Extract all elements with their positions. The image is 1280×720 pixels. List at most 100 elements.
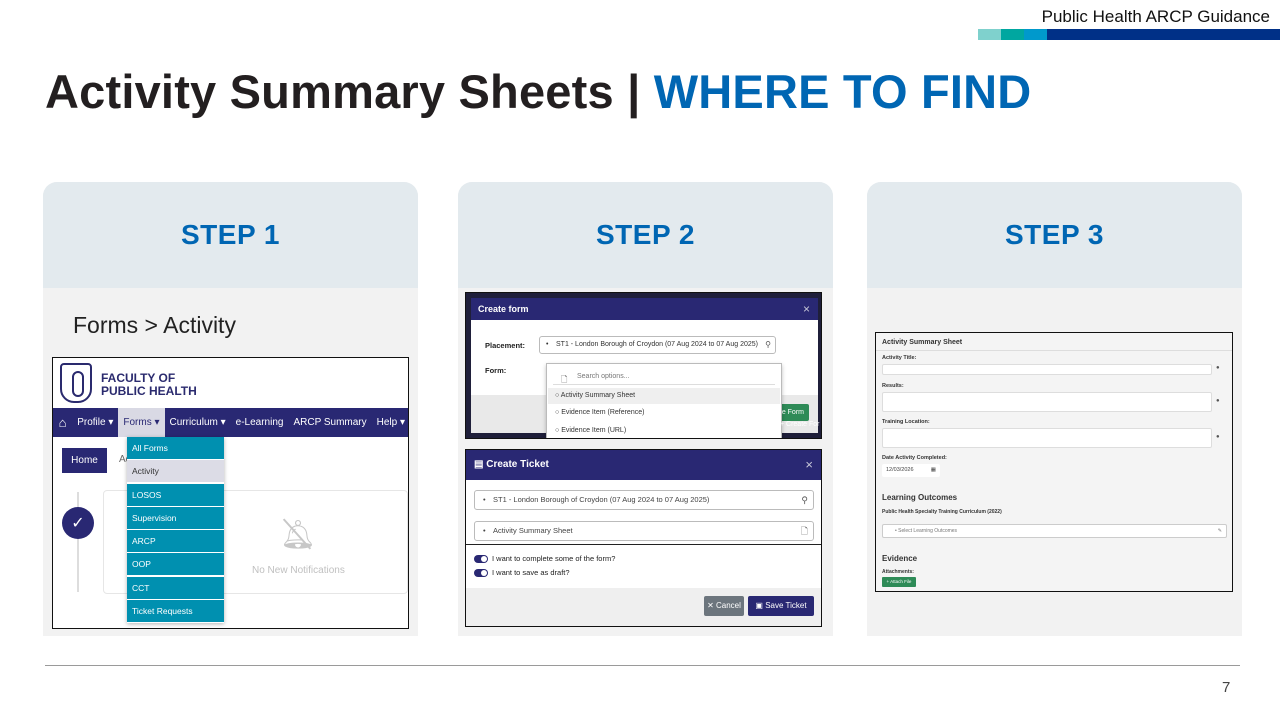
date-value: 12/03/2026 [886,467,914,473]
results-textarea[interactable] [882,392,1212,412]
nav-elearning[interactable]: e-Learning [231,408,289,437]
evidence-heading: Evidence [882,554,918,563]
toggle-label: I want to complete some of the form? [492,554,616,563]
create-ticket-screenshot: ▤ Create Ticket × • ST1 - London Borough… [465,449,822,627]
learning-outcomes-heading: Learning Outcomes [882,493,958,502]
header-colour-bar [978,29,1280,40]
step-3-header: STEP 3 [867,182,1242,288]
attachments-label: Attachments: [882,569,914,575]
toggle-save-draft[interactable]: I want to save as draft? [474,568,570,577]
dropdown-item-activity[interactable]: Activity [127,460,224,483]
form-title: Activity Summary Sheet [882,339,963,346]
toggle-label: I want to save as draft? [492,568,570,577]
form-options-panel: 🗋︎ Search options... ○ Activity Summary … [546,363,782,438]
nav-arcp-summary[interactable]: ARCP Summary [288,408,371,437]
ticket-placement-value: ST1 - London Borough of Croydon (07 Aug … [493,495,710,504]
create-form-modal: Create form × Placement: • ST1 - London … [471,298,818,438]
ticket-form-select[interactable]: • Activity Summary Sheet 🗋︎ [474,521,814,541]
results-label: Results: [882,383,904,389]
step-2-heading: STEP 2 [596,219,695,250]
attach-file-button[interactable]: + Attach File [882,577,916,587]
nav-forms[interactable]: Forms ▾ [118,408,165,437]
step-1-caption: Forms > Activity [73,312,236,338]
option-label: Activity Summary Sheet [560,392,636,399]
option-evidence-url[interactable]: ○ Evidence Item (URL) [555,427,626,434]
date-completed-label: Date Activity Completed: [882,455,947,461]
step-1-screenshot: FACULTY OF PUBLIC HEALTH ⌂ Profile ▾ For… [52,357,409,629]
guidance-label: Public Health ARCP Guidance [1041,7,1270,26]
home-icon[interactable]: ⌂ [53,408,72,437]
dropdown-item-oop[interactable]: OOP [127,553,224,576]
step-2-header: STEP 2 [458,182,833,288]
toggle-switch[interactable] [474,568,488,577]
cancel-button[interactable]: ✕ Cancel [704,596,744,616]
ticket-icon: ▤ [474,459,487,470]
option-evidence-reference[interactable]: ○ Evidence Item (Reference) [555,409,644,416]
home-button[interactable]: Home [62,448,107,473]
location-pin-icon: ⚲ [765,340,771,349]
notification-text: No New Notifications [252,565,345,576]
ticket-separator [466,544,821,545]
nav-profile[interactable]: Profile ▾ [72,408,118,437]
dropdown-item-all-forms[interactable]: All Forms [127,437,224,459]
location-pin-icon: ⚲ [801,495,808,505]
create-form-title: Create form [478,304,529,314]
nav-curriculum[interactable]: Curriculum ▾ [165,408,231,437]
toggle-complete-some[interactable]: I want to complete some of the form? [474,554,615,563]
step-1-header: STEP 1 [43,182,418,288]
save-ticket-label: Save Ticket [765,601,807,610]
step-2-card: STEP 2 Create form × Placement: • ST1 - … [458,182,833,636]
step-1-card: STEP 1 Forms > Activity FACULTY OF PUBLI… [43,182,418,636]
placement-value: ST1 - London Borough of Croydon (07 Aug … [556,341,758,348]
document-icon: 🗋︎ [800,526,808,536]
create-ticket-header: ▤ Create Ticket × [466,450,821,480]
date-completed-input[interactable]: 12/03/2026 ▦ [882,464,940,477]
search-placeholder: Search options... [577,373,630,380]
check-icon: ✓ [62,507,94,539]
pencil-icon: ✎ [1217,528,1222,534]
create-form-screenshot: Create form × Placement: • ST1 - London … [465,292,822,439]
activity-title-input[interactable] [882,364,1212,375]
dropdown-item-arcp[interactable]: ARCP [127,530,224,553]
dropdown-item-cct[interactable]: CCT [127,576,224,599]
footer-rule [45,665,1240,666]
bullet-icon: • [483,495,486,504]
ticket-form-value: Activity Summary Sheet [493,526,573,535]
required-marker-icon: ● [1216,398,1220,404]
placement-select[interactable]: • ST1 - London Borough of Croydon (07 Au… [539,336,776,354]
required-marker-icon: ● [1216,365,1220,371]
required-marker-icon: ● [1216,434,1220,440]
option-label: Evidence Item (URL) [561,427,627,434]
page-number: 7 [1222,679,1231,696]
dropdown-item-supervision[interactable]: Supervision [127,506,224,529]
main-navbar: ⌂ Profile ▾ Forms ▾ Curriculum ▾ e-Learn… [53,408,408,437]
training-location-textarea[interactable] [882,428,1212,448]
colour-bar-segment-3 [1024,29,1047,40]
dropdown-item-ticket-requests[interactable]: Ticket Requests [127,600,224,623]
learning-outcomes-select[interactable]: • Select Learning Outcomes ✎ [882,524,1227,538]
save-ticket-button[interactable]: ▣ Save Ticket [748,596,814,616]
close-icon[interactable]: × [803,298,810,320]
outcomes-placeholder: Select Learning Outcomes [898,528,958,534]
page-title: Activity Summary Sheets | WHERE TO FIND [45,64,1031,119]
curriculum-label: Public Health Specialty Training Curricu… [882,509,1002,515]
create-ticket-title: Create Ticket [486,459,549,470]
dropdown-item-losos[interactable]: LOSOS [127,483,224,506]
step-1-heading: STEP 1 [181,219,280,250]
fph-logo-text: FACULTY OF PUBLIC HEALTH [101,371,197,398]
activity-title-label: Activity Title: [882,355,917,361]
create-form-ghost-button: + Create For [780,421,820,428]
toggle-switch[interactable] [474,554,488,563]
form-label: Form: [485,366,507,375]
forms-dropdown: All Forms Activity LOSOS Supervision ARC… [127,437,224,624]
colour-bar-segment-4 [1047,29,1280,40]
ticket-placement-select[interactable]: • ST1 - London Borough of Croydon (07 Au… [474,490,814,510]
option-activity-summary-sheet[interactable]: ○ Activity Summary Sheet [548,388,780,404]
page-title-main: Activity Summary Sheets | [45,65,654,118]
close-icon[interactable]: × [805,450,813,480]
search-options-input[interactable]: 🗋︎ Search options... [553,368,775,385]
nav-help[interactable]: Help ▾ [372,408,408,437]
calendar-icon[interactable]: ▦ [931,464,936,477]
placement-label: Placement: [485,341,526,350]
page-title-accent: WHERE TO FIND [653,65,1032,118]
